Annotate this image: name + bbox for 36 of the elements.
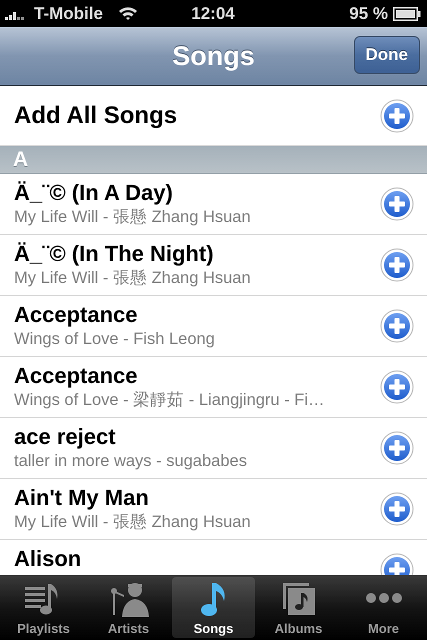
song-subtitle: My Life Will - 張懸 Zhang Hsuan (14, 512, 252, 533)
carrier-name: T-Mobile (34, 4, 103, 24)
song-title: Acceptance (14, 362, 139, 389)
clock-time: 12:04 (191, 4, 235, 24)
more-icon (364, 593, 404, 603)
song-subtitle: taller in more ways - sugababes (14, 451, 248, 472)
song-title: Alison (14, 545, 82, 572)
tab[interactable]: Albums (257, 577, 340, 638)
tab[interactable]: More (342, 577, 425, 638)
nav-title: Songs (172, 40, 255, 72)
song-subtitle: My Life Will - 張懸 Zhang Hsuan (14, 268, 252, 289)
wifi-icon (118, 6, 138, 21)
song-title: Acceptance (14, 301, 139, 328)
battery-percentage: 95 % (349, 4, 388, 24)
song-subtitle: My Life Will - 張懸 Zhang Hsuan (14, 207, 252, 228)
add-icon[interactable] (380, 248, 414, 282)
add-icon[interactable] (380, 98, 414, 132)
song-subtitle: Wings of Love - 梁靜茹 - Liangjingru - Fi… (14, 390, 326, 411)
song-title: Ä_¨© (In A Day) (14, 179, 174, 206)
add-icon[interactable] (380, 187, 414, 221)
song-title: Ä_¨© (In The Night) (14, 240, 215, 267)
tab[interactable]: Playlists (2, 577, 85, 638)
song-title: ace reject (14, 423, 117, 450)
add-icon[interactable] (380, 431, 414, 465)
song-title: Ain't My Man (14, 484, 150, 511)
section-header: A (13, 148, 28, 172)
done-button[interactable]: Done (354, 36, 420, 74)
add-all-label: Add All Songs (14, 102, 178, 129)
battery-icon (393, 6, 422, 20)
add-icon[interactable] (380, 370, 414, 404)
tab[interactable]: Artists (87, 577, 170, 638)
song-subtitle: Wings of Love - Fish Leong (14, 329, 216, 350)
add-icon[interactable] (380, 309, 414, 343)
tab[interactable]: Songs (172, 577, 255, 638)
album-stack-icon (280, 581, 316, 617)
add-icon[interactable] (380, 492, 414, 526)
